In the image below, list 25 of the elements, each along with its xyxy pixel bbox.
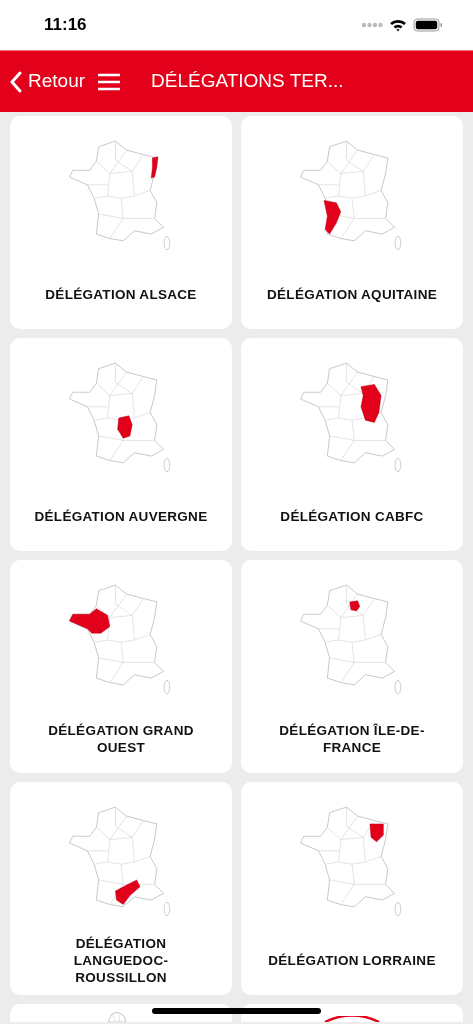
back-button[interactable]: Retour	[9, 67, 86, 96]
delegation-card[interactable]: DÉLÉGATION GRAND OUEST	[10, 560, 232, 773]
card-label: DÉLÉGATION LORRAINE	[268, 952, 436, 969]
battery-icon	[413, 18, 443, 32]
card-label: DÉLÉGATION LANGUEDOC-ROUSSILLON	[72, 935, 170, 986]
card-label: DÉLÉGATION ALSACE	[45, 286, 197, 303]
delegation-card[interactable]: DÉLÉGATION CABFC	[241, 338, 463, 551]
menu-icon[interactable]	[97, 72, 122, 91]
delegation-card[interactable]: DÉLÉGATION LANGUEDOC-ROUSSILLON	[10, 782, 232, 995]
logo-drawing	[322, 1016, 382, 1022]
status-time: 11:16	[44, 14, 87, 37]
card-label: DÉLÉGATION GRAND OUEST	[47, 721, 195, 756]
signal-icon	[361, 22, 383, 28]
chevron-left-icon	[9, 70, 22, 93]
screen-title: DÉLÉGATIONS TER...	[151, 69, 344, 94]
delegation-card[interactable]: DÉLÉGATION ALSACE	[10, 116, 232, 329]
card-label: DÉLÉGATION CABFC	[280, 508, 424, 525]
delegation-card[interactable]: DÉLÉGATION LORRAINE	[241, 782, 463, 995]
wifi-icon	[389, 18, 407, 32]
delegation-card[interactable]: DÉLÉGATION AUVERGNE	[10, 338, 232, 551]
delegation-card[interactable]: DÉLÉGATION AQUITAINE	[241, 116, 463, 329]
card-label: DÉLÉGATION AQUITAINE	[267, 286, 437, 303]
card-label: DÉLÉGATION AUVERGNE	[34, 508, 208, 525]
delegation-card[interactable]: DÉLÉGATION ÎLE-DE-FRANCE	[241, 560, 463, 773]
card-label: DÉLÉGATION ÎLE-DE-FRANCE	[278, 721, 426, 756]
